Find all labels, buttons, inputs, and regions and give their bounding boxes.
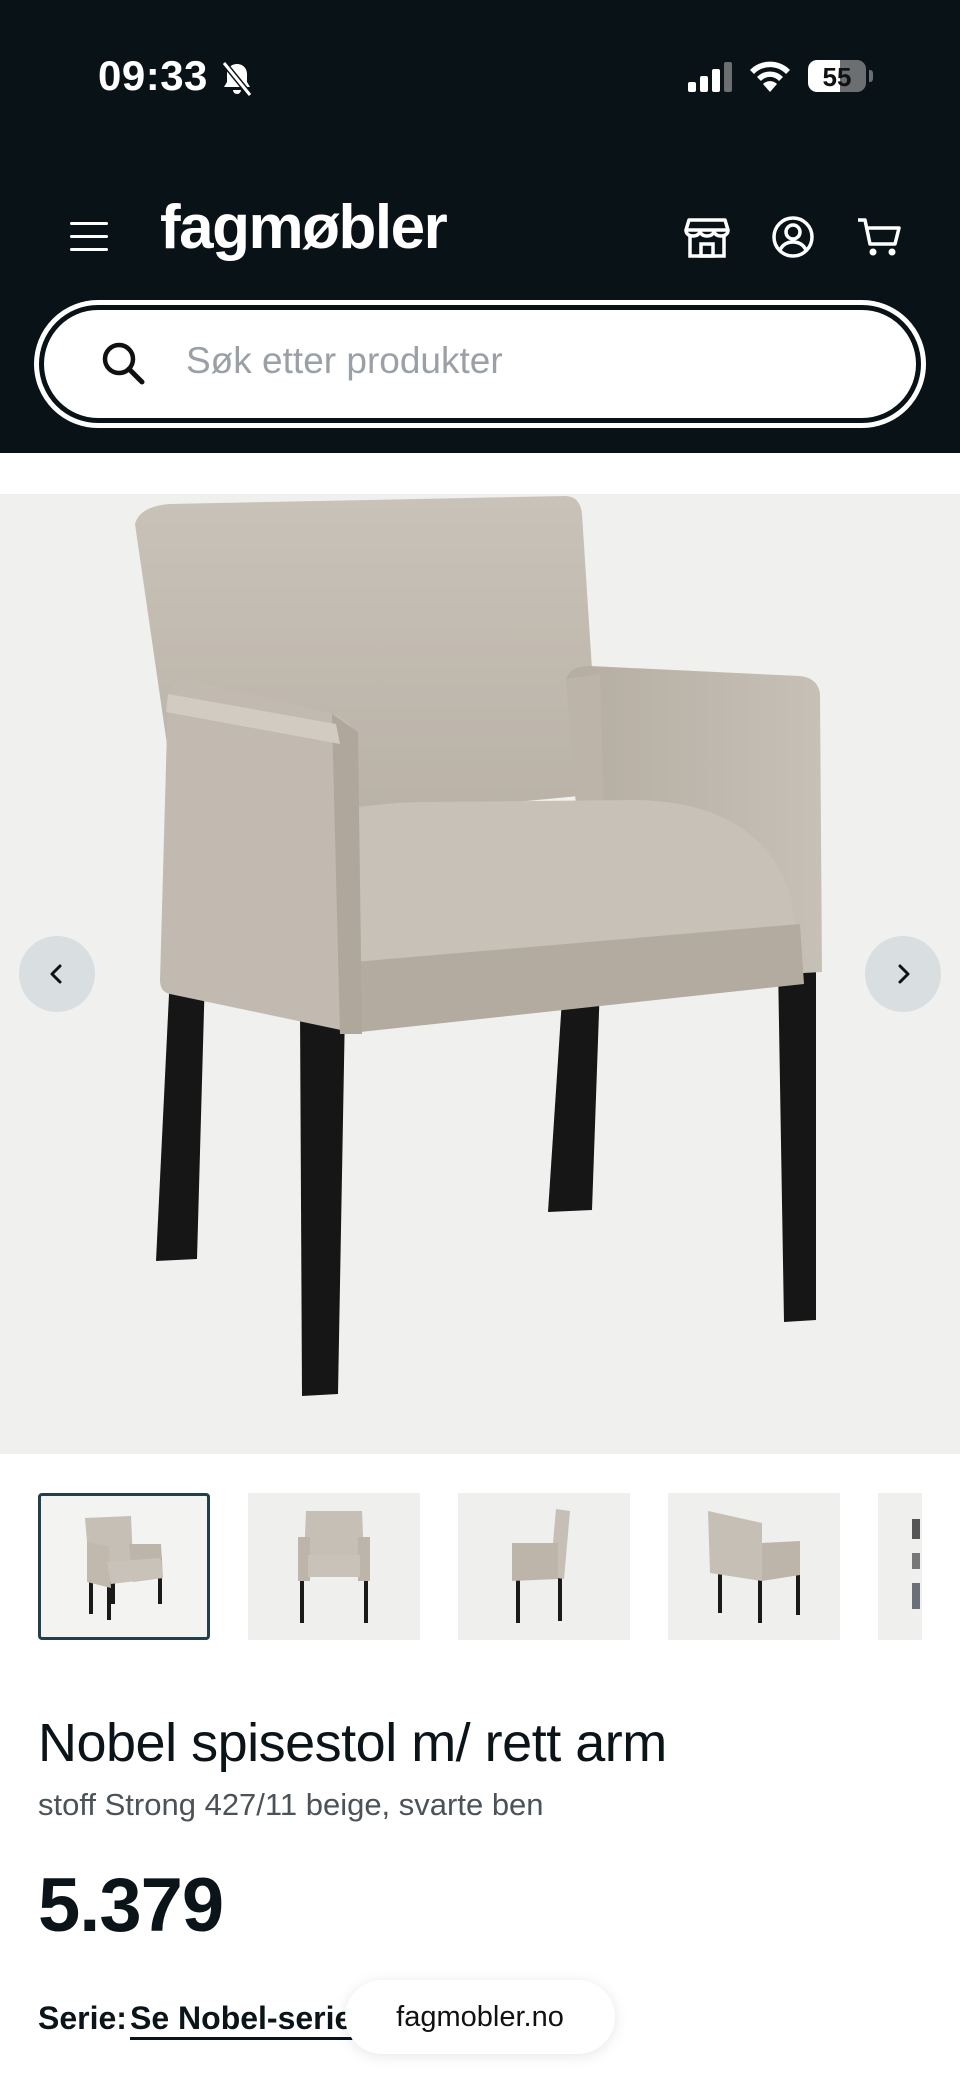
store-icon[interactable] (684, 214, 730, 260)
thumbnail-1[interactable] (38, 1493, 210, 1640)
search-icon[interactable] (100, 340, 146, 386)
thumbnail-2[interactable] (248, 1493, 420, 1640)
logo[interactable]: fagmøbler (160, 192, 448, 263)
thumbnail-3[interactable] (458, 1493, 630, 1640)
silent-bell-icon (221, 61, 253, 97)
battery-percent: 55 (822, 62, 852, 92)
browser-url-pill[interactable]: fagmobler.no (345, 1980, 615, 2054)
thumbnail-4[interactable] (668, 1493, 840, 1640)
serie-link[interactable]: Se Nobel-serie (130, 2000, 352, 2037)
search-input[interactable] (186, 336, 866, 386)
status-time: 09:33 (98, 52, 208, 99)
battery-indicator: 55 (808, 60, 866, 92)
wifi-icon (750, 61, 790, 92)
next-image-button[interactable] (865, 936, 941, 1012)
menu-icon[interactable] (70, 222, 110, 252)
chevron-left-icon (50, 964, 62, 984)
chair-photo (135, 496, 822, 1396)
previous-image-button[interactable] (19, 936, 95, 1012)
search-bar[interactable] (34, 300, 926, 428)
product-title: Nobel spisestol m/ rett arm (38, 1713, 667, 1773)
thumbnail-5[interactable] (878, 1493, 922, 1640)
product-price: 5.379 (38, 1863, 224, 1948)
account-icon[interactable] (770, 214, 816, 260)
cellular-signal-icon (688, 62, 732, 92)
chevron-right-icon (898, 964, 910, 984)
cart-icon[interactable] (856, 214, 902, 260)
battery-cap (869, 70, 873, 82)
product-variant: stoff Strong 427/11 beige, svarte ben (38, 1787, 544, 1822)
serie-label: Serie: (38, 2000, 127, 2036)
top-header: 09:33 55 fagmøbler (0, 0, 960, 453)
thumbnail-strip (38, 1493, 922, 1641)
product-image[interactable] (0, 494, 960, 1454)
